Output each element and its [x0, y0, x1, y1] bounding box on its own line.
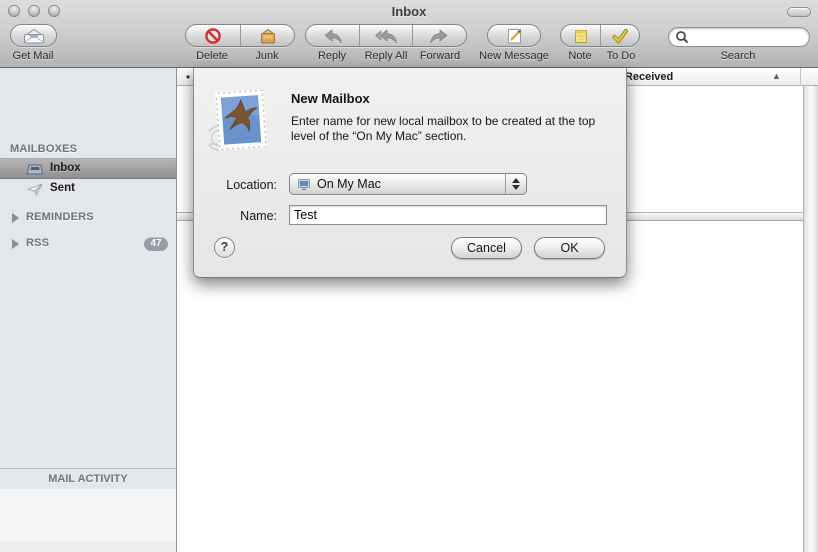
- popup-stepper-icon: [505, 174, 526, 194]
- new-message-label: New Message: [479, 50, 549, 62]
- note-todo-group: [560, 24, 640, 47]
- junk-button[interactable]: [240, 25, 294, 46]
- mailbox-name-input[interactable]: [289, 205, 607, 225]
- junk-label: Junk: [255, 50, 278, 62]
- delete-junk-group: [185, 24, 295, 47]
- mail-stamp-icon: [209, 86, 271, 156]
- reply-button[interactable]: [306, 25, 359, 46]
- delete-button[interactable]: [186, 25, 240, 46]
- forward-button[interactable]: [412, 25, 465, 46]
- location-popup-button[interactable]: On My Mac: [289, 173, 527, 195]
- computer-icon: [297, 178, 311, 191]
- reply-all-button[interactable]: [359, 25, 412, 46]
- search-input[interactable]: [689, 31, 799, 43]
- location-popup-value: On My Mac: [317, 177, 505, 191]
- vertical-scrollbar[interactable]: [803, 86, 818, 552]
- mail-activity-pane: [0, 489, 176, 541]
- mail-activity-header: MAIL ACTIVITY: [0, 473, 176, 485]
- dialog-title: New Mailbox: [291, 91, 370, 106]
- search-label: Search: [721, 50, 756, 62]
- sidebar-section-rss[interactable]: RSS: [26, 237, 49, 249]
- forward-arrow-icon: [428, 28, 450, 44]
- toolbar-toggle-button[interactable]: [787, 7, 811, 17]
- prohibition-icon: [204, 27, 222, 45]
- note-button[interactable]: [561, 25, 600, 46]
- status-column-header[interactable]: •: [186, 70, 190, 84]
- reply-all-arrow-icon: [374, 28, 398, 44]
- rss-disclosure-triangle[interactable]: [12, 239, 19, 249]
- forward-label: Forward: [420, 50, 460, 62]
- help-button[interactable]: ?: [214, 237, 235, 258]
- compose-icon: [505, 27, 524, 45]
- mail-window: Inbox Get Mail: [0, 0, 818, 552]
- envelope-icon: [22, 28, 46, 44]
- dialog-message: Enter name for new local mailbox to be c…: [291, 114, 613, 144]
- note-label: Note: [568, 50, 591, 62]
- search-field[interactable]: [668, 27, 810, 47]
- sidebar-item-label: Inbox: [50, 162, 81, 174]
- inbox-icon: [27, 163, 43, 176]
- cancel-button[interactable]: Cancel: [451, 237, 522, 259]
- sort-ascending-icon: ▲: [772, 71, 781, 81]
- name-label: Name:: [197, 209, 277, 223]
- get-mail-button[interactable]: [10, 24, 57, 47]
- new-mailbox-dialog: New Mailbox Enter name for new local mai…: [193, 68, 627, 278]
- reply-all-label: Reply All: [365, 50, 408, 62]
- get-mail-label: Get Mail: [13, 50, 54, 62]
- checkmark-icon: [611, 28, 629, 44]
- ok-button[interactable]: OK: [534, 237, 605, 259]
- mailbox-sidebar: MAILBOXES Inbox Sent REMINDERS RSS 47 MA…: [0, 68, 176, 552]
- column-separator[interactable]: [800, 68, 801, 86]
- activity-divider: [0, 468, 176, 469]
- delete-label: Delete: [196, 50, 228, 62]
- mailboxes-section-header: MAILBOXES: [10, 143, 77, 155]
- sidebar-item-label: Sent: [50, 182, 75, 194]
- sidebar-item-inbox[interactable]: Inbox: [0, 158, 176, 179]
- sticky-note-icon: [573, 28, 589, 44]
- title-and-toolbar: Inbox Get Mail: [0, 0, 818, 68]
- reply-arrow-icon: [322, 28, 344, 44]
- search-icon: [675, 30, 689, 44]
- window-title: Inbox: [0, 4, 818, 19]
- reply-group: [305, 24, 467, 47]
- new-message-button[interactable]: [487, 24, 541, 47]
- todo-label: To Do: [607, 50, 636, 62]
- paper-plane-icon: [27, 183, 43, 196]
- mail-activity-pane-lower: [0, 541, 176, 552]
- sidebar-item-sent[interactable]: Sent: [0, 179, 176, 199]
- location-label: Location:: [197, 178, 277, 192]
- reply-label: Reply: [318, 50, 346, 62]
- todo-button[interactable]: [600, 25, 639, 46]
- sidebar-section-reminders[interactable]: REMINDERS: [26, 211, 94, 223]
- junk-bag-icon: [259, 27, 277, 44]
- rss-unread-badge: 47: [144, 237, 168, 251]
- reminders-disclosure-triangle[interactable]: [12, 213, 19, 223]
